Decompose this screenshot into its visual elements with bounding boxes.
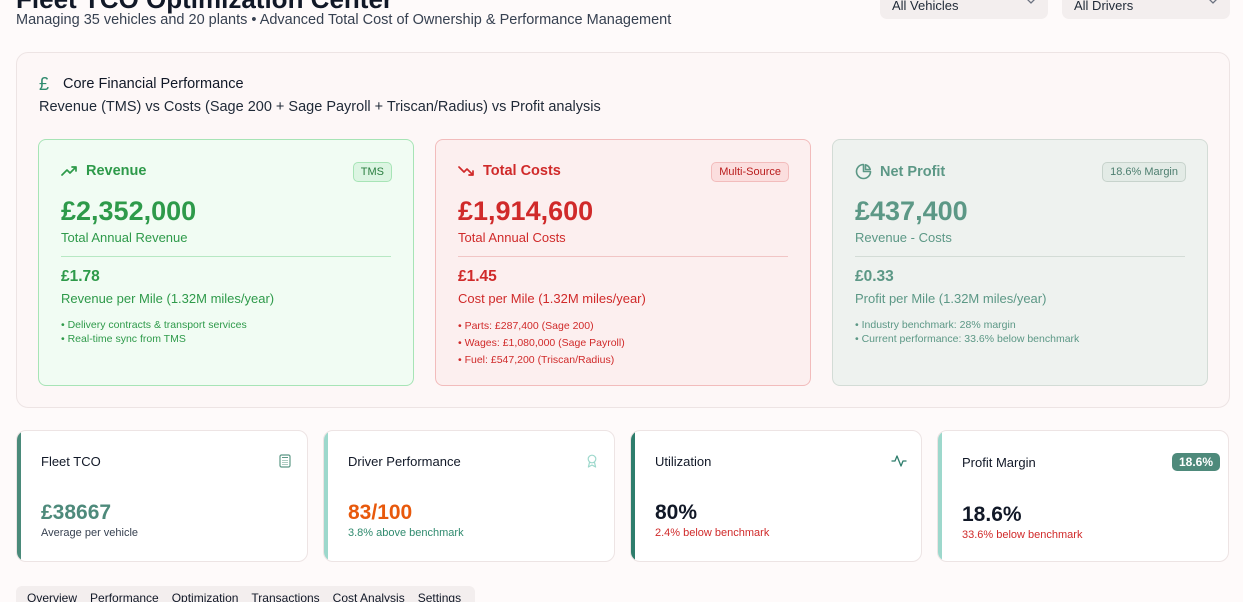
revenue-source-badge: TMS — [352, 162, 392, 182]
divider — [458, 256, 788, 257]
list-item: Wages: £1,080,000 (Sage Payroll) — [458, 335, 625, 352]
core-financial-subtitle: Revenue (TMS) vs Costs (Sage 200 + Sage … — [39, 99, 601, 115]
calculator-icon — [279, 454, 291, 468]
kpi-value: 80% — [655, 501, 698, 524]
margin-badge: 18.6% Margin — [1102, 162, 1186, 182]
revenue-per-mile-value: £1.78 — [61, 268, 100, 285]
tab-performance[interactable]: Performance — [85, 591, 167, 602]
chevron-down-icon — [1209, 0, 1217, 4]
revenue-card: Revenue TMS £2,352,000 Total Annual Reve… — [38, 139, 414, 386]
divider — [855, 256, 1185, 257]
pound-sterling-icon: £ — [39, 74, 50, 94]
kpi-note: 33.6% below benchmark — [962, 529, 1083, 541]
vehicle-filter-value: All Vehicles — [892, 0, 959, 13]
revenue-title: Revenue — [86, 163, 147, 179]
award-icon — [587, 454, 597, 468]
tab-optimization[interactable]: Optimization — [167, 591, 247, 602]
list-item: Parts: £287,400 (Sage 200) — [458, 318, 625, 335]
kpi-value: 83/100 — [348, 501, 413, 524]
tab-cost-analysis[interactable]: Cost Analysis — [328, 591, 413, 602]
accent-bar — [938, 431, 942, 561]
costs-source-badge: Multi-Source — [711, 162, 789, 182]
page-header: Fleet TCO Optimization Center Managing 3… — [16, 0, 1230, 30]
accent-bar — [17, 431, 21, 561]
driver-filter-select[interactable]: All Drivers — [1062, 0, 1230, 19]
core-financial-header: £ Core Financial Performance — [39, 75, 244, 93]
list-item: Real-time sync from TMS — [61, 332, 247, 346]
cost-per-mile-label: Cost per Mile (1.32M miles/year) — [458, 291, 646, 306]
fleet-tco-card: Fleet TCO £38667 Average per vehicle — [16, 430, 308, 562]
kpi-note: 2.4% below benchmark — [655, 527, 770, 539]
kpi-title: Driver Performance — [348, 454, 461, 469]
net-profit-header: Net Profit — [855, 163, 945, 180]
page-title: Fleet TCO Optimization Center — [16, 0, 393, 12]
kpi-note: Average per vehicle — [41, 527, 139, 539]
revenue-notes: Delivery contracts & transport services … — [61, 318, 247, 346]
profit-per-mile-label: Profit per Mile (1.32M miles/year) — [855, 291, 1047, 306]
accent-bar — [631, 431, 635, 561]
net-profit-card: Net Profit 18.6% Margin £437,400 Revenue… — [832, 139, 1208, 386]
revenue-value: £2,352,000 — [61, 196, 197, 226]
kpi-title: Utilization — [655, 454, 712, 469]
core-financial-card: £ Core Financial Performance Revenue (TM… — [16, 52, 1230, 408]
total-costs-card: Total Costs Multi-Source £1,914,600 Tota… — [435, 139, 811, 386]
profit-margin-card: Profit Margin 18.6% 18.6% 33.6% below be… — [937, 430, 1229, 562]
divider — [61, 256, 391, 257]
list-item: Industry benchmark: 28% margin — [855, 318, 1079, 332]
total-costs-header: Total Costs — [458, 163, 561, 179]
pie-chart-icon — [855, 163, 872, 180]
net-profit-label: Revenue - Costs — [855, 230, 952, 245]
revenue-label: Total Annual Revenue — [61, 230, 188, 245]
driver-filter-value: All Drivers — [1074, 0, 1134, 13]
core-financial-title: Core Financial Performance — [63, 76, 244, 92]
kpi-value: 18.6% — [962, 503, 1022, 526]
activity-icon — [891, 455, 907, 467]
list-item: Current performance: 33.6% below benchma… — [855, 332, 1080, 346]
total-costs-title: Total Costs — [483, 163, 561, 179]
tab-bar: Overview Performance Optimization Transa… — [16, 586, 476, 602]
cost-per-mile-value: £1.45 — [458, 268, 497, 285]
kpi-value: £38667 — [41, 501, 112, 524]
kpi-note: 3.8% above benchmark — [348, 527, 464, 539]
profit-notes: Industry benchmark: 28% margin Current p… — [855, 318, 1080, 346]
revenue-per-mile-label: Revenue per Mile (1.32M miles/year) — [61, 291, 275, 306]
margin-badge: 18.6% — [1171, 453, 1220, 471]
vehicle-filter-select[interactable]: All Vehicles — [880, 0, 1048, 19]
list-item: Delivery contracts & transport services — [61, 318, 247, 332]
utilization-card: Utilization 80% 2.4% below benchmark — [630, 430, 922, 562]
page-subtitle: Managing 35 vehicles and 20 plants • Adv… — [16, 12, 672, 28]
trending-up-icon — [61, 166, 77, 176]
tab-overview[interactable]: Overview — [22, 591, 85, 602]
costs-breakdown: Parts: £287,400 (Sage 200) Wages: £1,080… — [458, 318, 625, 369]
tab-settings[interactable]: Settings — [413, 591, 469, 602]
total-costs-label: Total Annual Costs — [458, 230, 566, 245]
kpi-title: Profit Margin — [962, 455, 1036, 470]
list-item: Fuel: £547,200 (Triscan/Radius) — [458, 352, 625, 369]
profit-per-mile-value: £0.33 — [855, 268, 894, 285]
trending-down-icon — [458, 166, 474, 176]
net-profit-value: £437,400 — [855, 196, 968, 226]
driver-performance-card: Driver Performance 83/100 3.8% above ben… — [323, 430, 615, 562]
net-profit-title: Net Profit — [880, 163, 946, 180]
tab-transactions[interactable]: Transactions — [246, 591, 327, 602]
accent-bar — [324, 431, 328, 561]
revenue-header: Revenue — [61, 163, 146, 179]
chevron-down-icon — [1027, 0, 1035, 4]
kpi-title: Fleet TCO — [41, 454, 101, 469]
total-costs-value: £1,914,600 — [458, 196, 594, 226]
